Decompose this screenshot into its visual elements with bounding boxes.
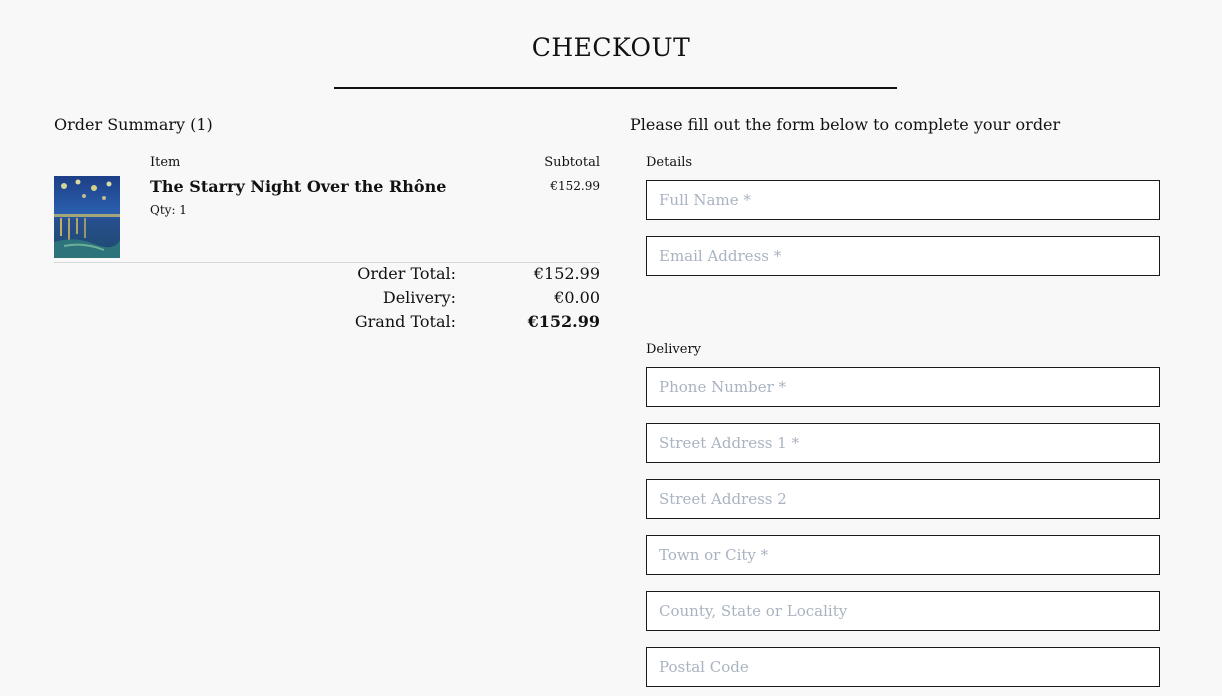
email-input[interactable] (646, 236, 1160, 276)
order-total-label: Order Total: (357, 264, 456, 283)
order-summary-heading: Order Summary (1) (54, 115, 213, 134)
product-name[interactable]: The Starry Night Over the Rhône (150, 177, 446, 196)
product-subtotal: €152.99 (550, 179, 600, 193)
delivery-section-label: Delivery (646, 342, 702, 357)
grand-total-label: Grand Total: (354, 312, 456, 331)
phone-number-input[interactable] (646, 367, 1160, 407)
delivery-value: €0.00 (554, 288, 600, 307)
delivery-label: Delivery: (382, 288, 456, 307)
product-quantity: Qty: 1 (150, 203, 187, 217)
starry-night-painting-icon (54, 176, 120, 258)
street-address-2-input[interactable] (646, 479, 1160, 519)
details-section-label: Details (646, 155, 693, 170)
subtotal-column-label: Subtotal (544, 155, 600, 170)
title-divider (334, 87, 897, 89)
grand-total-value: €152.99 (527, 312, 600, 331)
checkout-page: CHECKOUT Order Summary (1) Item Subtotal (0, 0, 1222, 696)
summary-divider (54, 262, 600, 263)
order-total-value: €152.99 (533, 264, 600, 283)
item-column-label: Item (150, 155, 181, 170)
page-title: CHECKOUT (531, 33, 691, 62)
form-instructions: Please fill out the form below to comple… (630, 115, 1061, 134)
full-name-input[interactable] (646, 180, 1160, 220)
county-state-input[interactable] (646, 591, 1160, 631)
postal-code-input[interactable] (646, 647, 1160, 687)
street-address-1-input[interactable] (646, 423, 1160, 463)
town-city-input[interactable] (646, 535, 1160, 575)
product-thumbnail[interactable] (54, 176, 120, 258)
